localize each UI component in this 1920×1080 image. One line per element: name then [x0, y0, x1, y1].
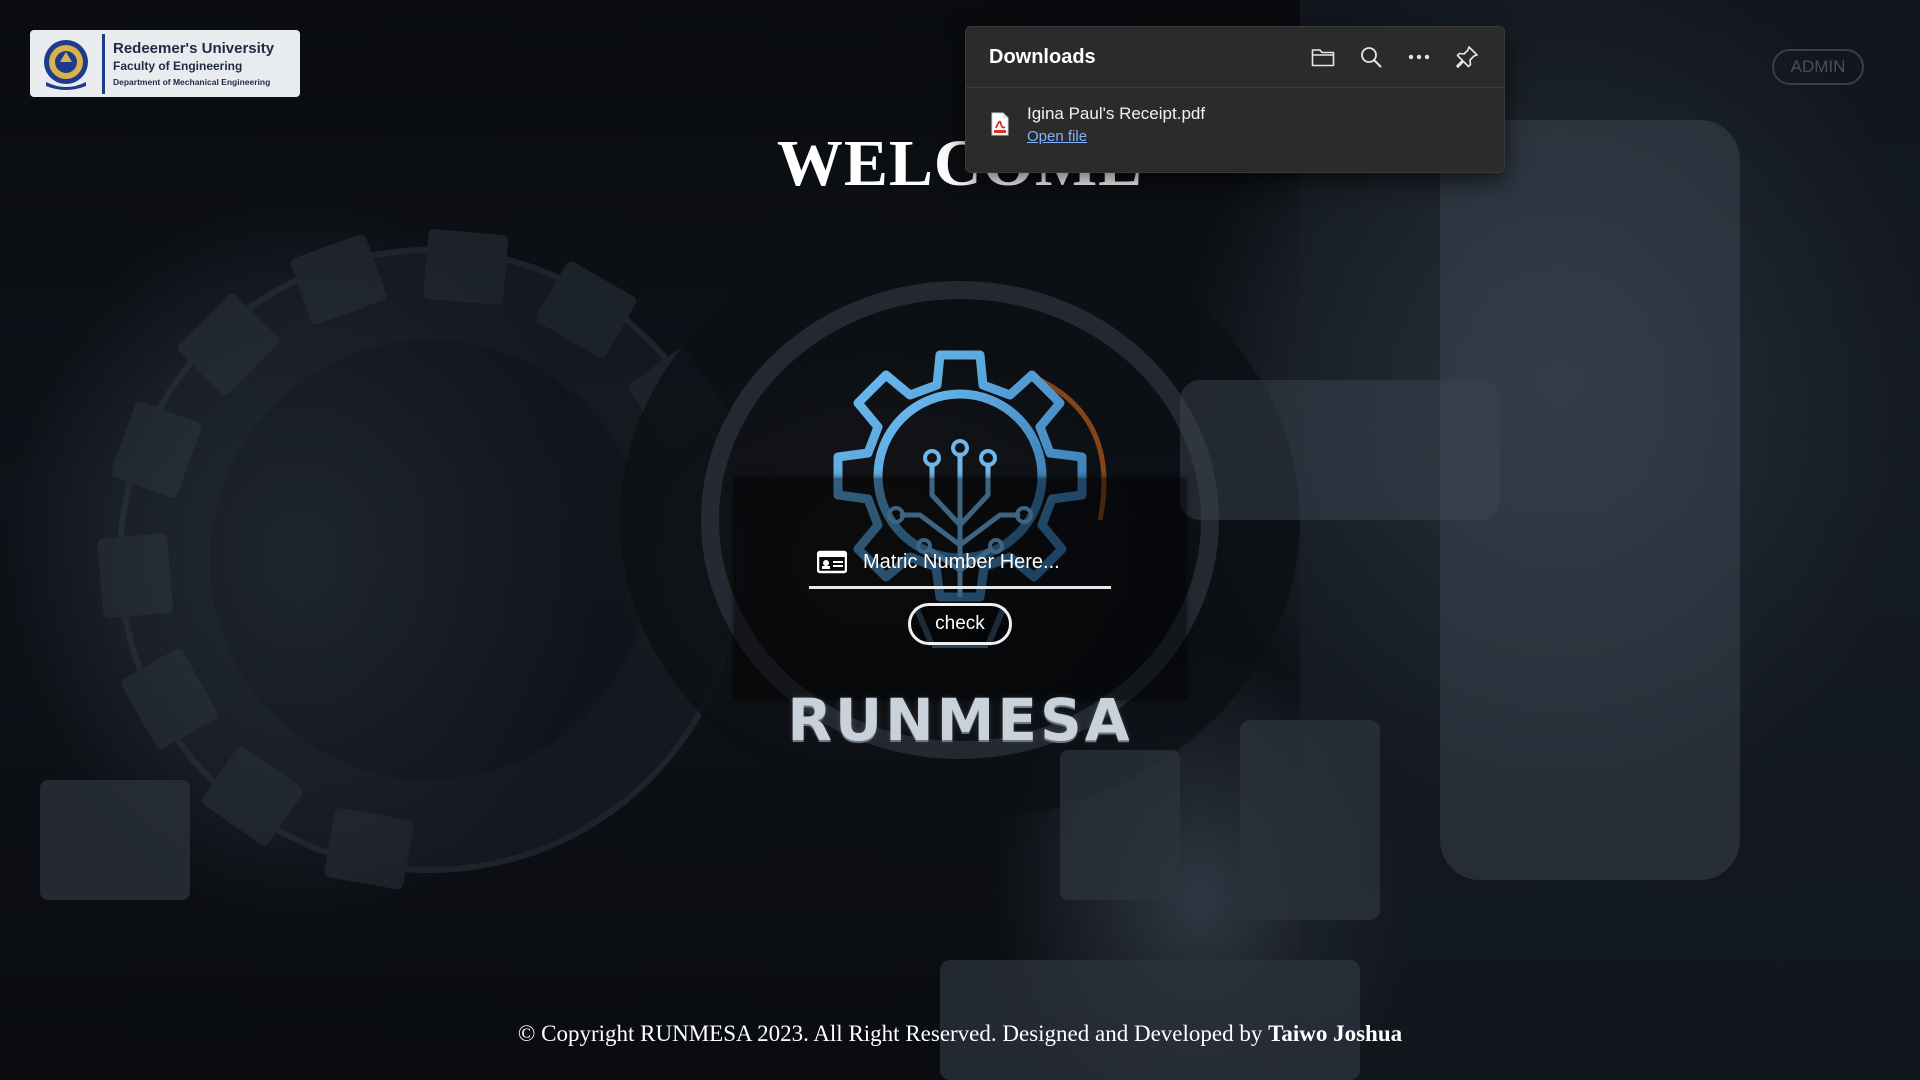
footer-author: Taiwo Joshua	[1268, 1021, 1403, 1046]
more-options-button[interactable]	[1404, 42, 1434, 72]
matric-number-input[interactable]	[861, 549, 1105, 575]
matric-input-row	[809, 538, 1111, 589]
university-crest-icon	[44, 39, 88, 90]
downloads-title: Downloads	[989, 45, 1096, 68]
folder-icon	[1311, 49, 1335, 67]
admin-button[interactable]: ADMIN	[1772, 49, 1864, 85]
download-item[interactable]: Igina Paul's Receipt.pdf Open file	[966, 88, 1504, 174]
open-file-link[interactable]: Open file	[1027, 126, 1205, 148]
search-downloads-button[interactable]	[1356, 42, 1386, 72]
open-folder-button[interactable]	[1308, 42, 1338, 72]
pin-panel-button[interactable]	[1452, 42, 1482, 72]
university-badge: Redeemer's University Faculty of Enginee…	[30, 30, 300, 97]
department-name: Department of Mechanical Engineering	[113, 76, 271, 87]
welcome-heading: WELCOME	[776, 127, 1144, 200]
brand-wordmark: RUNMESA	[787, 686, 1133, 754]
footer-text: © Copyright RUNMESA 2023. All Right Rese…	[517, 1021, 1263, 1046]
check-button[interactable]: check	[908, 603, 1012, 645]
university-name: Redeemer's University	[113, 39, 275, 57]
pdf-file-icon	[991, 112, 1009, 136]
downloads-panel: Downloads Igina Paul's Receipt.pdf Open …	[965, 26, 1505, 173]
badge-divider	[102, 33, 105, 94]
download-filename: Igina Paul's Receipt.pdf	[1027, 104, 1206, 123]
download-item-text: Igina Paul's Receipt.pdf Open file	[1027, 102, 1205, 148]
more-icon	[1408, 54, 1430, 60]
faculty-name: Faculty of Engineering	[113, 58, 243, 73]
footer-copyright: © Copyright RUNMESA 2023. All Right Rese…	[0, 1021, 1920, 1047]
matric-check-form: check	[734, 478, 1186, 700]
id-card-icon	[817, 550, 847, 574]
downloads-header: Downloads	[966, 27, 1504, 88]
pin-icon	[1456, 46, 1478, 68]
university-text: Redeemer's University Faculty of Enginee…	[113, 39, 274, 89]
search-icon	[1361, 47, 1382, 68]
